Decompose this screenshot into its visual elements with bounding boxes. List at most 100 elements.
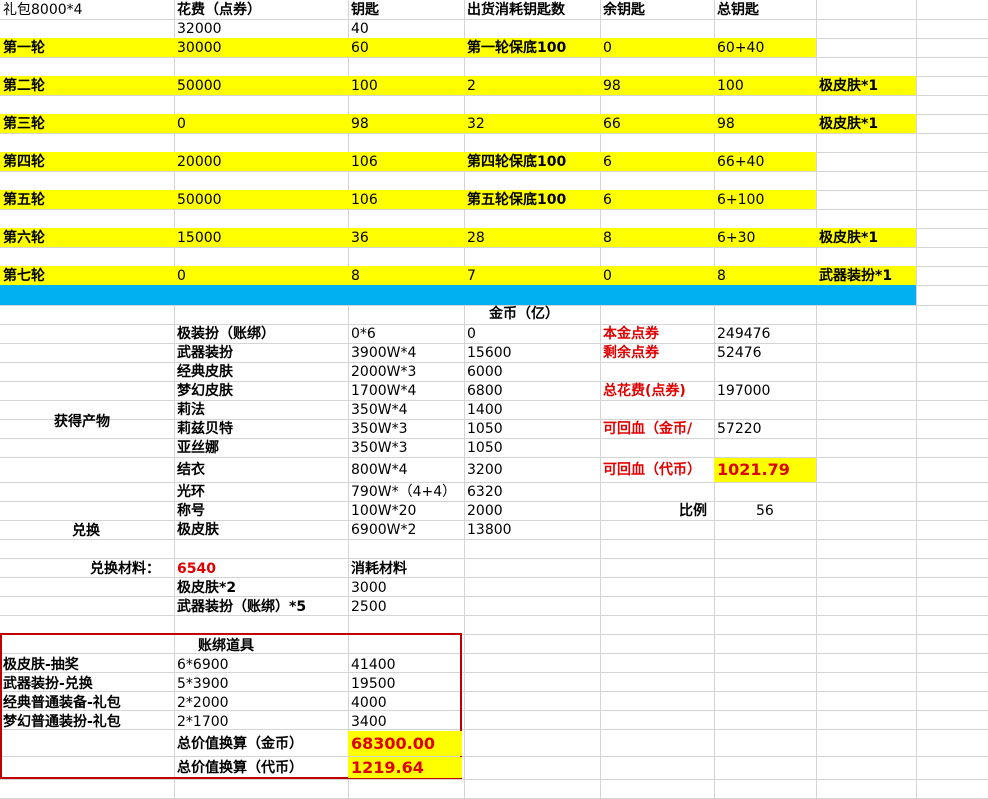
round-name[interactable]: 第五轮: [3, 191, 45, 209]
round-remain[interactable]: 6: [603, 153, 612, 171]
material-item-name[interactable]: 武器装扮（账绑）*5: [177, 598, 306, 616]
bound-item-value[interactable]: 41400: [351, 656, 396, 674]
product-name[interactable]: 极装扮（账绑）: [177, 325, 275, 343]
round-total[interactable]: 66+40: [717, 153, 764, 171]
round-consumed[interactable]: 32: [467, 115, 485, 133]
principal-value[interactable]: 249476: [717, 325, 770, 343]
gold-back-label[interactable]: 可回血（金币/: [603, 420, 692, 438]
exchange-material-label[interactable]: 兑换材料：: [90, 560, 160, 578]
product-gold[interactable]: 3200: [467, 461, 503, 479]
gift-cost[interactable]: 32000: [177, 20, 222, 38]
round-keys[interactable]: 100: [351, 77, 378, 95]
token-back-value[interactable]: 1021.79: [717, 459, 790, 481]
round-total[interactable]: 6+100: [717, 191, 764, 209]
header-consumed[interactable]: 出货消耗钥匙数: [467, 1, 565, 19]
gold-header[interactable]: 金币（亿）: [489, 305, 559, 323]
material-item-value[interactable]: 3000: [351, 579, 387, 597]
product-name[interactable]: 武器装扮: [177, 344, 233, 362]
total-gold-value[interactable]: 68300.00: [351, 733, 435, 755]
spent-value[interactable]: 197000: [717, 382, 770, 400]
remaining-value[interactable]: 52476: [717, 344, 762, 362]
product-formula[interactable]: 3900W*4: [351, 344, 416, 362]
product-gold[interactable]: 15600: [467, 344, 512, 362]
bound-item-formula[interactable]: 5*3900: [177, 675, 229, 693]
product-name[interactable]: 称号: [177, 502, 205, 520]
round-total[interactable]: 100: [717, 77, 744, 95]
product-name[interactable]: 结衣: [177, 461, 205, 479]
round-cost[interactable]: 30000: [177, 39, 222, 57]
header-remain[interactable]: 余钥匙: [603, 1, 645, 19]
product-formula[interactable]: 350W*4: [351, 401, 407, 419]
round-total[interactable]: 98: [717, 115, 735, 133]
product-name[interactable]: 亚丝娜: [177, 439, 219, 457]
round-name[interactable]: 第四轮: [3, 153, 45, 171]
product-name[interactable]: 莉法: [177, 401, 205, 419]
token-back-label[interactable]: 可回血（代币）: [603, 461, 701, 479]
product-gold[interactable]: 1400: [467, 401, 503, 419]
header-keys[interactable]: 钥匙: [351, 1, 379, 19]
product-formula[interactable]: 2000W*3: [351, 363, 416, 381]
exchange-material-value[interactable]: 6540: [177, 560, 216, 578]
round-consumed[interactable]: 第五轮保底100: [467, 191, 566, 209]
round-keys[interactable]: 98: [351, 115, 369, 133]
obtained-label[interactable]: 获得产物: [54, 413, 110, 431]
bound-item-formula[interactable]: 2*2000: [177, 694, 229, 712]
round-keys[interactable]: 60: [351, 39, 369, 57]
product-name[interactable]: 梦幻皮肤: [177, 382, 233, 400]
round-reward[interactable]: 极皮肤*1: [819, 77, 878, 95]
round-reward[interactable]: 极皮肤*1: [819, 229, 878, 247]
product-gold[interactable]: 6000: [467, 363, 503, 381]
total-token-value[interactable]: 1219.64: [351, 757, 424, 779]
round-remain[interactable]: 66: [603, 115, 621, 133]
bound-item-name[interactable]: 武器装扮-兑换: [3, 675, 93, 693]
product-formula[interactable]: 350W*3: [351, 439, 407, 457]
product-name[interactable]: 极皮肤: [177, 521, 219, 539]
round-cost[interactable]: 0: [177, 267, 186, 285]
consume-material-label[interactable]: 消耗材料: [351, 560, 407, 578]
bound-items-title[interactable]: 账绑道具: [198, 637, 254, 655]
remaining-label[interactable]: 剩余点券: [603, 344, 659, 362]
round-consumed[interactable]: 7: [467, 267, 476, 285]
round-remain[interactable]: 0: [603, 267, 612, 285]
ratio-label[interactable]: 比例: [679, 502, 707, 520]
bound-item-name[interactable]: 梦幻普通装扮-礼包: [3, 713, 121, 731]
spent-label[interactable]: 总花费(点券): [603, 382, 686, 400]
round-reward[interactable]: 极皮肤*1: [819, 115, 878, 133]
bound-item-name[interactable]: 经典普通装备-礼包: [3, 694, 121, 712]
total-gold-label[interactable]: 总价值换算（金币）: [177, 735, 303, 753]
round-name[interactable]: 第一轮: [3, 39, 45, 57]
gift-keys[interactable]: 40: [351, 20, 369, 38]
total-token-label[interactable]: 总价值换算（代币）: [177, 759, 303, 777]
round-reward[interactable]: 武器装扮*1: [819, 267, 892, 285]
bound-item-value[interactable]: 19500: [351, 675, 396, 693]
round-name[interactable]: 第三轮: [3, 115, 45, 133]
header-total[interactable]: 总钥匙: [717, 1, 759, 19]
round-total[interactable]: 8: [717, 267, 726, 285]
product-gold[interactable]: 1050: [467, 420, 503, 438]
bound-item-name[interactable]: 极皮肤-抽奖: [3, 656, 79, 674]
round-keys[interactable]: 8: [351, 267, 360, 285]
round-consumed[interactable]: 第四轮保底100: [467, 153, 566, 171]
product-gold[interactable]: 1050: [467, 439, 503, 457]
round-consumed[interactable]: 2: [467, 77, 476, 95]
round-consumed[interactable]: 第一轮保底100: [467, 39, 566, 57]
bound-item-formula[interactable]: 6*6900: [177, 656, 229, 674]
round-total[interactable]: 60+40: [717, 39, 764, 57]
round-remain[interactable]: 98: [603, 77, 621, 95]
material-item-value[interactable]: 2500: [351, 598, 387, 616]
round-total[interactable]: 6+30: [717, 229, 755, 247]
header-gift[interactable]: 礼包8000*4: [3, 1, 83, 19]
bound-item-value[interactable]: 3400: [351, 713, 387, 731]
round-keys[interactable]: 36: [351, 229, 369, 247]
round-cost[interactable]: 15000: [177, 229, 222, 247]
round-cost[interactable]: 0: [177, 115, 186, 133]
product-formula[interactable]: 350W*3: [351, 420, 407, 438]
round-name[interactable]: 第二轮: [3, 77, 45, 95]
exchange-label[interactable]: 兑换: [72, 522, 100, 540]
header-cost[interactable]: 花费（点券）: [177, 1, 261, 19]
product-formula[interactable]: 0*6: [351, 325, 376, 343]
product-formula[interactable]: 790W*（4+4）: [351, 483, 456, 501]
round-remain[interactable]: 0: [603, 39, 612, 57]
round-keys[interactable]: 106: [351, 153, 378, 171]
round-name[interactable]: 第六轮: [3, 229, 45, 247]
